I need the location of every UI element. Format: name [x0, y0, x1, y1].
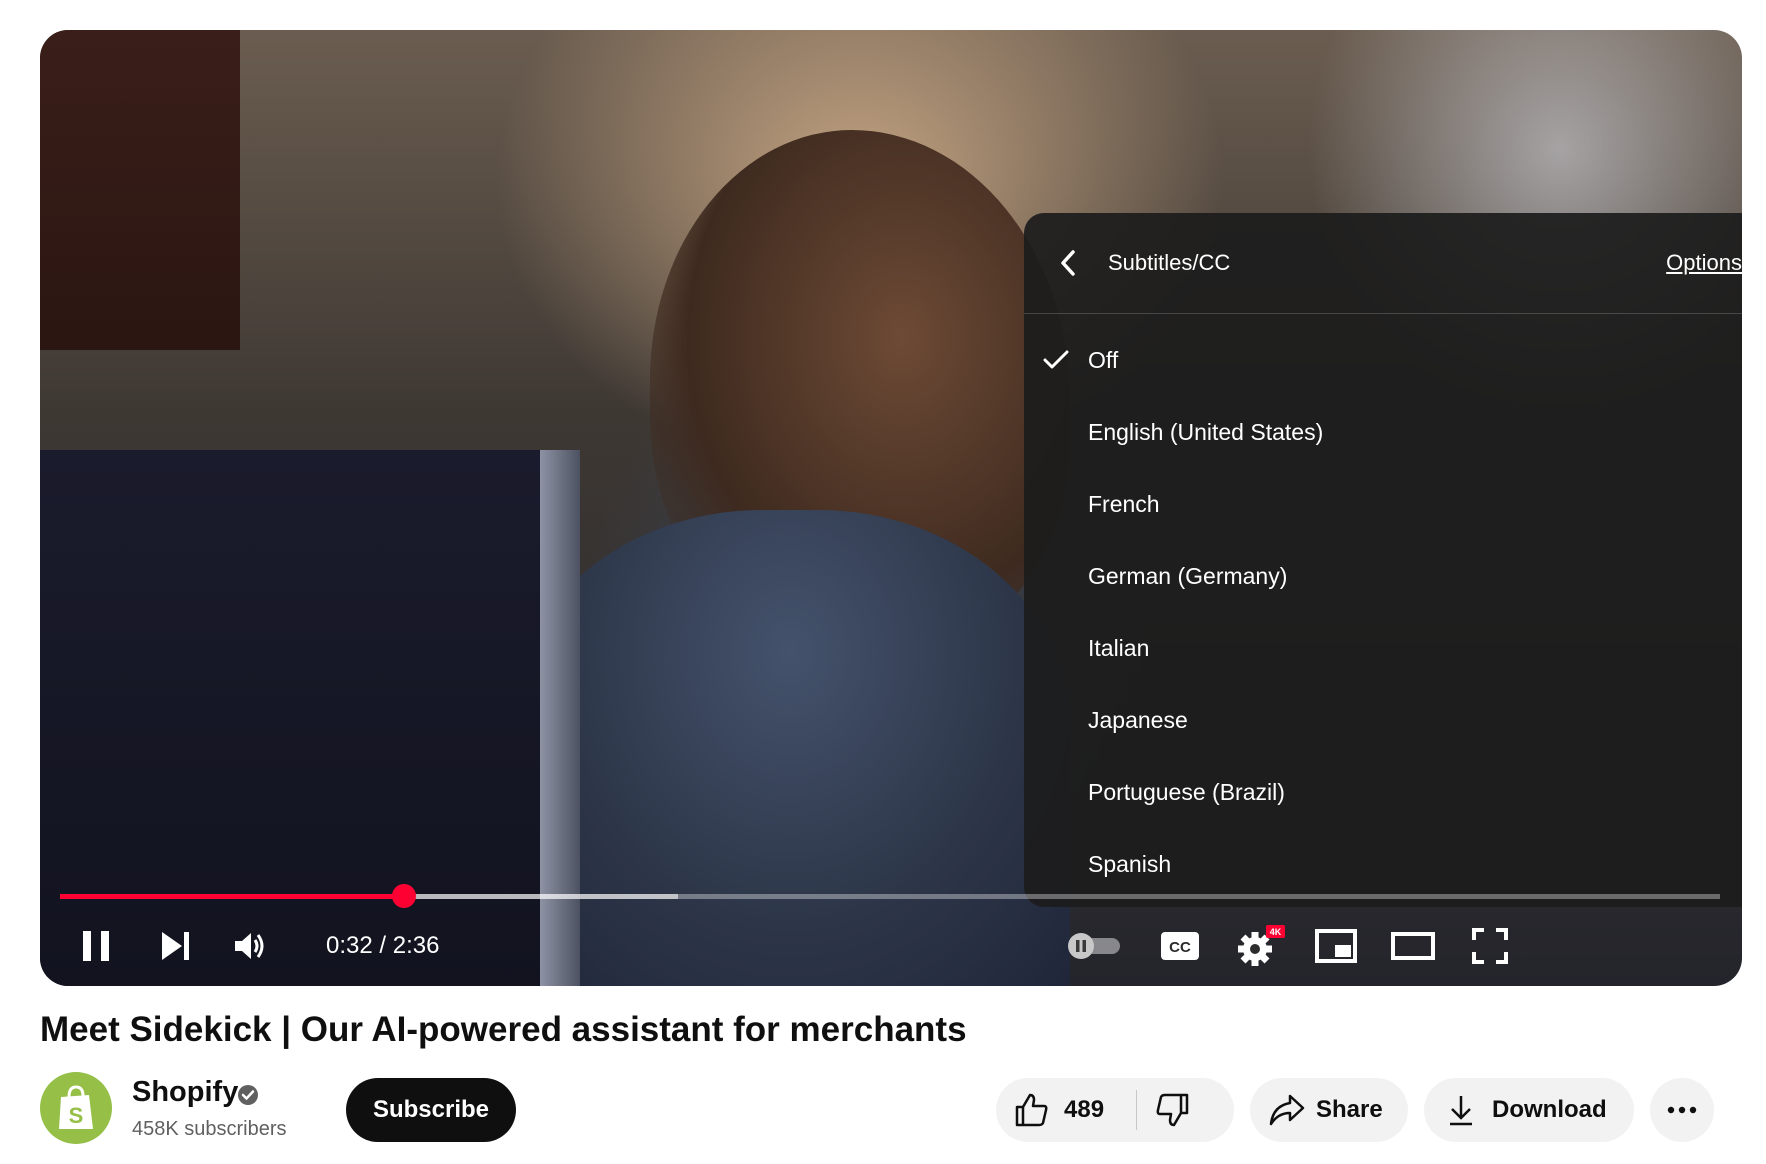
like-dislike-group: 489: [996, 1078, 1234, 1142]
skip-next-icon: [162, 932, 189, 960]
more-actions-button[interactable]: [1650, 1078, 1714, 1142]
subtitle-option-label: English (United States): [1088, 418, 1324, 445]
subtitle-option-label: German (Germany): [1088, 562, 1288, 589]
svg-text:S: S: [69, 1103, 84, 1128]
pause-button[interactable]: [66, 920, 126, 972]
subtitles-list: Off English (United States) French Germa…: [1024, 314, 1742, 900]
subtitle-option-label: Spanish: [1088, 850, 1172, 877]
pause-icon: [83, 931, 109, 961]
options-link[interactable]: Options: [1666, 250, 1742, 276]
subtitles-menu: Subtitles/CC Options Off English (United…: [1024, 213, 1742, 907]
video-player[interactable]: Subtitles/CC Options Off English (United…: [40, 30, 1742, 986]
chevron-left-icon: [1061, 250, 1075, 276]
settings-button[interactable]: 4K: [1228, 920, 1294, 972]
subtitle-option-english[interactable]: English (United States): [1024, 396, 1742, 468]
more-horizontal-icon: [1667, 1106, 1697, 1114]
subscribe-button[interactable]: Subscribe: [346, 1078, 516, 1142]
subtitle-option-label: French: [1088, 490, 1160, 517]
subtitle-option-italian[interactable]: Italian: [1024, 612, 1742, 684]
share-icon: [1269, 1094, 1305, 1126]
video-frame-monitor-edge: [540, 450, 580, 986]
video-frame-background: [40, 30, 240, 350]
miniplayer-button[interactable]: [1306, 920, 1366, 972]
verified-badge-icon: [238, 1085, 258, 1105]
player-controls: 0:32 / 2:36 CC 4K: [40, 910, 1742, 986]
fullscreen-icon: [1472, 928, 1508, 964]
channel-row: S Shopify 458K subscribers Subscribe 489: [40, 1072, 1742, 1152]
progress-played: [60, 894, 404, 899]
theater-mode-icon: [1391, 932, 1435, 960]
video-frame-monitor: [40, 450, 580, 986]
subtitle-option-spanish[interactable]: Spanish: [1024, 828, 1742, 900]
share-label: Share: [1316, 1096, 1383, 1123]
autoplay-toggle[interactable]: [1064, 920, 1124, 972]
subtitle-option-off[interactable]: Off: [1024, 324, 1742, 396]
video-title: Meet Sidekick | Our AI-powered assistant…: [40, 1010, 967, 1049]
subtitle-option-label: Japanese: [1088, 706, 1188, 733]
next-button[interactable]: [146, 920, 206, 972]
subtitle-option-label: Off: [1088, 346, 1119, 373]
subtitles-menu-title: Subtitles/CC: [1108, 250, 1231, 275]
channel-name[interactable]: Shopify: [132, 1076, 238, 1109]
like-count: 489: [1064, 1096, 1105, 1123]
like-divider: [1136, 1090, 1137, 1130]
progress-bar[interactable]: [60, 884, 1720, 908]
channel-avatar[interactable]: S: [40, 1072, 112, 1144]
duration: 2:36: [392, 932, 440, 959]
dislike-button[interactable]: [1154, 1078, 1214, 1142]
svg-text:CC: CC: [1169, 939, 1191, 956]
volume-button[interactable]: [220, 920, 280, 972]
subtitles-menu-header: Subtitles/CC Options: [1024, 213, 1742, 314]
scrubber-handle[interactable]: [391, 884, 416, 908]
subscriber-count: 458K subscribers: [132, 1118, 287, 1140]
volume-icon: [235, 933, 264, 959]
theater-mode-button[interactable]: [1380, 920, 1446, 972]
subtitle-option-french[interactable]: French: [1024, 468, 1742, 540]
time-separator: /: [379, 932, 393, 959]
fullscreen-button[interactable]: [1460, 920, 1520, 972]
subtitle-option-portuguese[interactable]: Portuguese (Brazil): [1024, 756, 1742, 828]
gear-icon: 4K: [1238, 925, 1285, 966]
subtitle-option-german[interactable]: German (Germany): [1024, 540, 1742, 612]
cc-icon: CC: [1161, 932, 1199, 960]
captions-button[interactable]: CC: [1150, 920, 1210, 972]
shopify-bag-icon: S: [59, 1085, 93, 1129]
autoplay-toggle-icon: [1068, 933, 1120, 959]
download-label: Download: [1492, 1096, 1607, 1123]
like-button[interactable]: 489: [1014, 1078, 1124, 1142]
thumbs-down-icon: [1156, 1093, 1189, 1127]
download-button[interactable]: Download: [1424, 1078, 1634, 1142]
checkmark-icon: [1043, 350, 1069, 369]
download-icon: [1450, 1096, 1472, 1126]
thumbs-up-icon: [1015, 1093, 1048, 1127]
quality-badge: 4K: [1270, 927, 1282, 937]
subtitle-option-label: Portuguese (Brazil): [1088, 778, 1285, 805]
time-display: 0:32 / 2:36: [326, 932, 439, 960]
subtitle-option-japanese[interactable]: Japanese: [1024, 684, 1742, 756]
share-button[interactable]: Share: [1250, 1078, 1408, 1142]
current-time: 0:32: [326, 932, 373, 959]
subtitle-option-label: Italian: [1088, 634, 1150, 661]
miniplayer-icon: [1315, 929, 1357, 963]
video-details: Meet Sidekick | Our AI-powered assistant…: [40, 1010, 1742, 1144]
back-button[interactable]: [1032, 213, 1104, 313]
